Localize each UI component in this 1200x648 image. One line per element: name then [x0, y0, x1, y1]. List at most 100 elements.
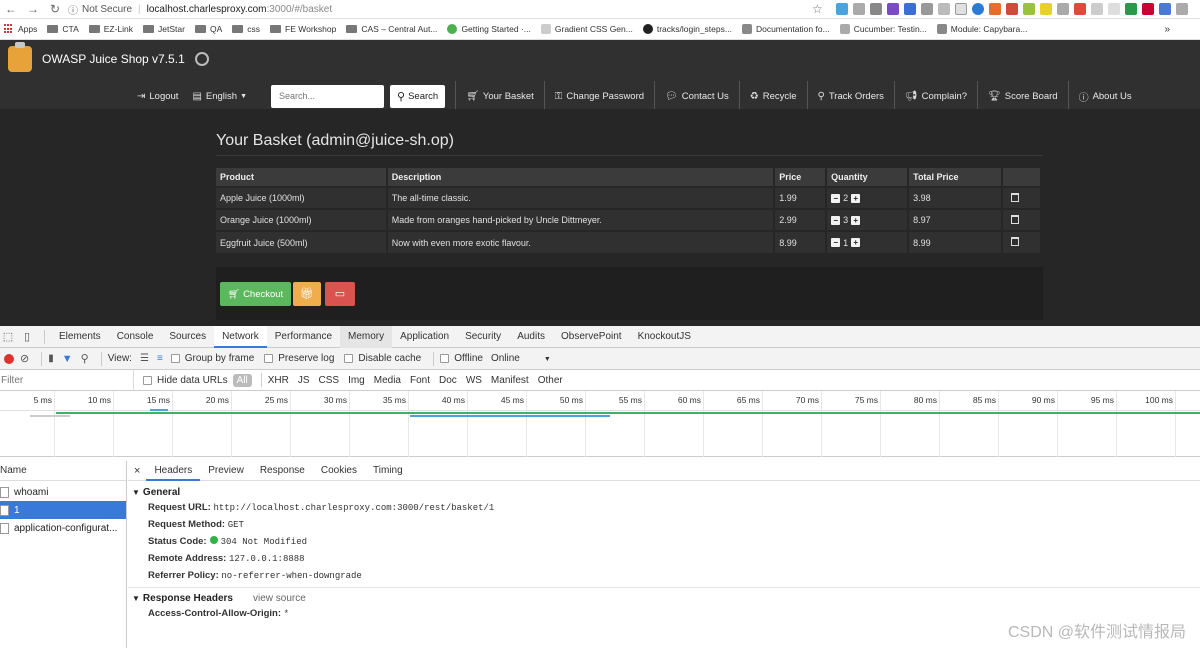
overview-icon[interactable]: ≡ [157, 353, 163, 364]
tab-console[interactable]: Console [109, 326, 162, 348]
request-row[interactable]: whoami [0, 483, 126, 501]
preserve-log-checkbox[interactable] [264, 354, 274, 363]
filter-type-manifest[interactable]: Manifest [491, 375, 529, 386]
extension-icon[interactable] [921, 3, 933, 15]
throttling-select[interactable]: Online ▼ [491, 353, 551, 364]
bookmark-star-icon[interactable]: ☆ [812, 2, 823, 16]
reload-icon[interactable]: ↻ [44, 2, 66, 16]
address-bar[interactable]: ⓘ Not Secure | localhost.charlesproxy.co… [68, 2, 332, 17]
info-icon[interactable]: ⓘ [68, 2, 78, 17]
extension-icon[interactable] [1091, 3, 1103, 15]
extension-icon[interactable] [1108, 3, 1120, 15]
tab-network[interactable]: Network [214, 325, 267, 348]
bookmark-folder[interactable]: QA [194, 24, 222, 34]
nav-change-password[interactable]: ⚿ Change Password [555, 91, 644, 102]
close-icon[interactable]: × [128, 465, 146, 477]
search-icon[interactable]: ⚲ [81, 352, 89, 365]
offline-checkbox[interactable] [440, 354, 450, 363]
network-overview-timeline[interactable]: 5 ms 10 ms 15 ms 20 ms 25 ms 30 ms 35 ms 40 ms 4… [0, 391, 1200, 457]
bookmark-folder[interactable]: css [232, 24, 260, 34]
tab-knockoutjs[interactable]: KnockoutJS [630, 326, 699, 348]
extension-icon[interactable] [1159, 3, 1171, 15]
filter-type-all[interactable]: All [232, 373, 252, 387]
filter-type-xhr[interactable]: XHR [268, 375, 289, 386]
payment-button[interactable]: ▭ [325, 282, 355, 306]
record-icon[interactable] [4, 353, 14, 364]
group-by-frame-checkbox[interactable] [170, 354, 180, 363]
tab-elements[interactable]: Elements [51, 326, 109, 348]
nav-score-board[interactable]: 🏆︎ Score Board [988, 91, 1058, 102]
tab-headers[interactable]: Headers [146, 461, 201, 481]
request-row[interactable]: application-configurat... [0, 519, 126, 537]
response-headers-section-toggle[interactable]: ▼ Response Headers view source [132, 593, 1200, 604]
extension-icon[interactable] [972, 3, 984, 15]
extension-icon[interactable] [887, 3, 899, 15]
tab-response[interactable]: Response [252, 461, 313, 481]
device-toolbar-icon[interactable]: ▯ [16, 330, 38, 343]
more-bookmarks-icon[interactable]: » [1164, 24, 1170, 35]
bookmark-item[interactable]: Module: Capybara... [936, 24, 1027, 34]
decrease-quantity-button[interactable]: − [831, 193, 841, 203]
nav-complain[interactable]: 📢︎ Complain? [905, 91, 967, 102]
forward-icon[interactable]: → [22, 2, 44, 16]
extension-icon[interactable] [836, 3, 848, 15]
extension-icon[interactable] [938, 3, 950, 15]
bookmark-apps[interactable]: Apps [0, 24, 37, 34]
gift-coupon-button[interactable]: 🎁︎ [293, 282, 321, 306]
tab-cookies[interactable]: Cookies [313, 461, 365, 481]
increase-quantity-button[interactable]: + [851, 215, 861, 225]
extension-icon[interactable] [904, 3, 916, 15]
extension-icon[interactable] [1125, 3, 1137, 15]
camera-icon[interactable]: ▮ [48, 353, 54, 364]
filter-type-css[interactable]: CSS [319, 375, 340, 386]
clear-icon[interactable]: ⊘ [20, 352, 29, 365]
filter-type-font[interactable]: Font [410, 375, 430, 386]
bookmark-item[interactable]: Gradient CSS Gen... [540, 24, 633, 34]
tab-sources[interactable]: Sources [161, 326, 214, 348]
search-button[interactable]: ⚲ Search [390, 84, 446, 108]
extension-icon[interactable] [955, 3, 967, 15]
bookmark-item[interactable]: Documentation fo... [741, 24, 830, 34]
extension-icon[interactable] [870, 3, 882, 15]
extension-icon[interactable] [1040, 3, 1052, 15]
decrease-quantity-button[interactable]: − [831, 215, 841, 225]
logout-link[interactable]: ⇥ Logout [137, 91, 178, 102]
extension-icon[interactable] [1057, 3, 1069, 15]
nav-recycle[interactable]: ♻ Recycle [750, 91, 797, 102]
bookmark-item[interactable]: CAS – Central Aut... [346, 24, 437, 34]
user-avatar-icon[interactable] [194, 52, 209, 66]
tab-performance[interactable]: Performance [267, 326, 340, 348]
view-source-link[interactable]: view source [253, 593, 306, 604]
extension-icon[interactable] [1074, 3, 1086, 15]
checkout-button[interactable]: 🛒︎ Checkout [220, 282, 292, 306]
large-rows-icon[interactable]: ☰ [140, 353, 149, 364]
bookmark-folder[interactable]: EZ-Link [88, 24, 133, 34]
tab-security[interactable]: Security [457, 326, 509, 348]
filter-input[interactable] [0, 370, 134, 390]
bookmark-folder[interactable]: CTA [47, 24, 79, 34]
name-column-header[interactable]: Name [0, 461, 126, 481]
search-input[interactable] [271, 84, 385, 108]
filter-icon[interactable]: ▼ [62, 353, 73, 365]
brand[interactable]: OWASP Juice Shop v7.5.1 [8, 42, 209, 72]
nav-about-us[interactable]: ⓘ About Us [1079, 89, 1132, 104]
back-icon[interactable]: ← [0, 2, 22, 16]
general-section-toggle[interactable]: ▼ General [132, 487, 1200, 498]
trash-icon[interactable] [1011, 214, 1019, 224]
nav-your-basket[interactable]: 🛒︎ Your Basket [466, 91, 534, 102]
filter-type-img[interactable]: Img [348, 375, 365, 386]
disable-cache-checkbox[interactable] [344, 354, 354, 363]
request-row-selected[interactable]: 1 [0, 501, 126, 519]
tab-preview[interactable]: Preview [200, 461, 252, 481]
nav-contact-us[interactable]: 💬︎ Contact Us [665, 91, 729, 102]
trash-icon[interactable] [1011, 237, 1019, 246]
bookmark-item[interactable]: Cucumber: Testin... [839, 24, 927, 34]
extension-icon[interactable] [989, 3, 1001, 15]
nav-track-orders[interactable]: ⚲ Track Orders [818, 91, 884, 102]
bookmark-item[interactable]: tracks/login_steps... [642, 24, 732, 34]
tab-timing[interactable]: Timing [365, 461, 411, 481]
filter-type-other[interactable]: Other [538, 375, 563, 386]
extension-icon[interactable] [1176, 3, 1188, 15]
increase-quantity-button[interactable]: + [851, 238, 861, 247]
filter-type-media[interactable]: Media [374, 375, 401, 386]
